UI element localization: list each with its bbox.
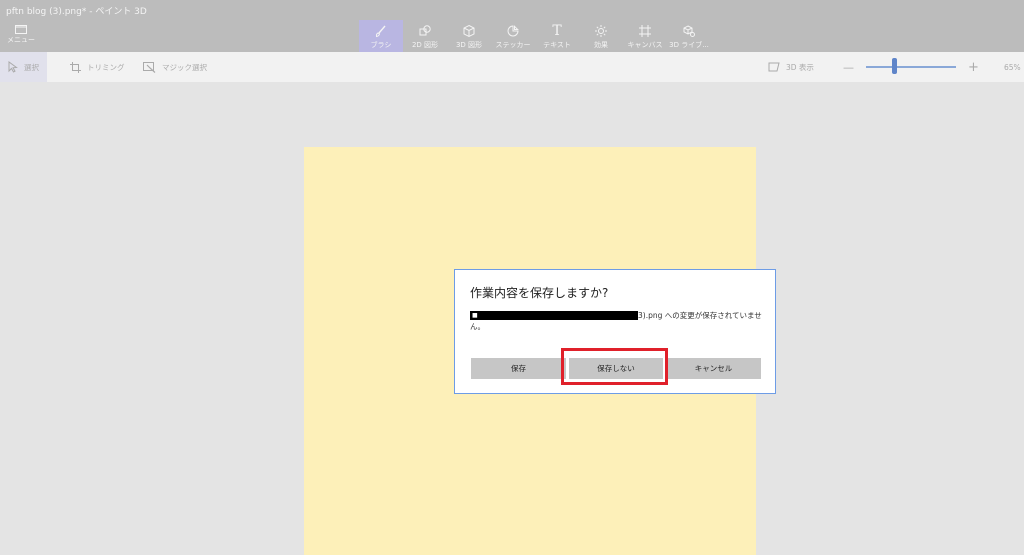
tool-label: テキスト — [543, 41, 571, 49]
ribbon-tools: ブラシ 2D 図形 3D 図形 ステッカー T テキスト 効果 キャンバス 3D… — [359, 20, 711, 52]
tool-canvas[interactable]: キャンバス — [623, 20, 667, 52]
redacted-filename: ■ — [470, 311, 638, 320]
menu-label: メニュー — [7, 36, 35, 44]
zoom-value: 65% — [1004, 62, 1021, 72]
tool-stickers[interactable]: ステッカー — [491, 20, 535, 52]
menu-button[interactable]: メニュー — [6, 24, 36, 50]
effects-icon — [595, 25, 607, 37]
highlight-box — [561, 348, 668, 385]
magic-select-label: マジック選択 — [162, 62, 207, 72]
tool-effects[interactable]: 効果 — [579, 20, 623, 52]
tool-label: 効果 — [594, 41, 608, 49]
magic-select-icon — [143, 61, 156, 73]
view-3d-label: 3D 表示 — [786, 62, 814, 72]
dialog-title: 作業内容を保存しますか? — [470, 286, 609, 300]
view-3d-icon — [768, 62, 780, 72]
title-and-ribbon-bar: pftn blog (3).png* - ペイント 3D メニュー ブラシ 2D… — [0, 0, 1024, 52]
zoom-in-button[interactable]: + — [968, 52, 979, 82]
library-3d-icon — [683, 25, 695, 37]
tool-2d-shapes[interactable]: 2D 図形 — [403, 20, 447, 52]
sticker-icon — [507, 25, 519, 37]
tool-label: キャンバス — [627, 41, 663, 49]
redact-mark: ■ — [472, 312, 478, 319]
brush-icon — [375, 25, 386, 38]
text-icon: T — [552, 23, 562, 39]
tool-label: 3D ライブ... — [669, 41, 709, 49]
zoom-slider-track[interactable] — [866, 66, 956, 68]
shapes-3d-icon — [463, 24, 475, 38]
tool-3d-shapes[interactable]: 3D 図形 — [447, 20, 491, 52]
window-title: pftn blog (3).png* - ペイント 3D — [6, 7, 147, 17]
folder-icon — [15, 25, 27, 34]
shapes-2d-icon — [419, 25, 431, 36]
tool-label: ステッカー — [495, 41, 531, 49]
zoom-slider-thumb[interactable] — [892, 58, 897, 74]
save-button[interactable]: 保存 — [471, 358, 566, 379]
tool-text[interactable]: T テキスト — [535, 20, 579, 52]
cursor-icon — [8, 61, 18, 73]
view-3d-button[interactable]: 3D 表示 — [768, 52, 814, 82]
crop-button[interactable]: トリミング — [70, 52, 125, 82]
tool-label: ブラシ — [370, 41, 392, 49]
tool-label: 3D 図形 — [455, 41, 483, 49]
zoom-out-button[interactable]: — — [843, 52, 854, 82]
tool-label: 2D 図形 — [411, 41, 439, 49]
dialog-message: ■ 3).png への変更が保存されていません。 — [470, 310, 765, 332]
select-button[interactable]: 選択 — [0, 52, 47, 82]
tool-brush[interactable]: ブラシ — [359, 20, 403, 52]
canvas-icon — [639, 25, 651, 37]
tool-3d-library[interactable]: 3D ライブ... — [667, 20, 711, 52]
cancel-button[interactable]: キャンセル — [666, 358, 761, 379]
crop-icon — [70, 61, 81, 73]
magic-select-button[interactable]: マジック選択 — [143, 52, 207, 82]
crop-label: トリミング — [87, 62, 125, 72]
select-label: 選択 — [24, 62, 39, 72]
